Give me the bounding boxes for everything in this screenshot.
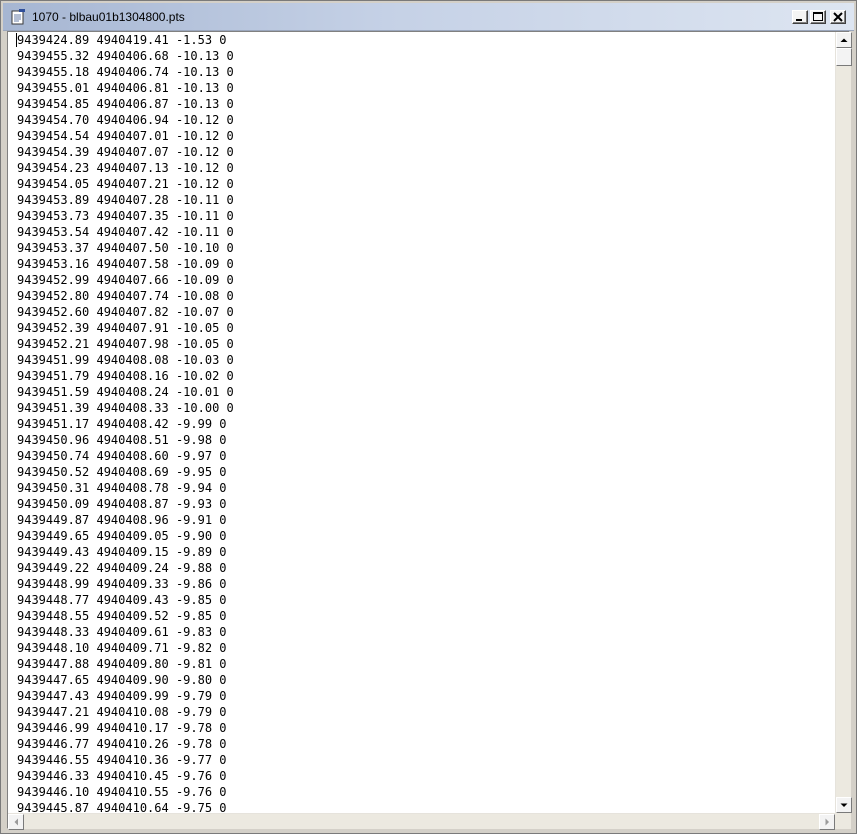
text-line: 9439449.22 4940409.24 -9.88 0 bbox=[17, 561, 227, 575]
scroll-left-button[interactable] bbox=[8, 814, 24, 830]
text-line: 9439454.85 4940406.87 -10.13 0 bbox=[17, 97, 234, 111]
text-lines: 9439424.89 4940419.41 -1.53 0 9439455.32 … bbox=[17, 32, 234, 813]
text-line: 9439450.74 4940408.60 -9.97 0 bbox=[17, 449, 227, 463]
size-grip[interactable] bbox=[835, 813, 851, 829]
text-line: 9439424.89 4940419.41 -1.53 0 bbox=[17, 33, 227, 47]
text-line: 9439452.80 4940407.74 -10.08 0 bbox=[17, 289, 234, 303]
title-bar[interactable]: 1070 - blbau01b1304800.pts bbox=[3, 3, 854, 31]
scroll-right-button[interactable] bbox=[819, 814, 835, 830]
text-line: 9439448.10 4940409.71 -9.82 0 bbox=[17, 641, 227, 655]
text-line: 9439454.70 4940406.94 -10.12 0 bbox=[17, 113, 234, 127]
text-line: 9439451.17 4940408.42 -9.99 0 bbox=[17, 417, 227, 431]
text-line: 9439446.99 4940410.17 -9.78 0 bbox=[17, 721, 227, 735]
horizontal-scrollbar[interactable] bbox=[8, 813, 835, 830]
vertical-scrollbar[interactable] bbox=[835, 32, 852, 813]
scroll-up-button[interactable] bbox=[836, 32, 852, 48]
text-line: 9439452.21 4940407.98 -10.05 0 bbox=[17, 337, 234, 351]
editor-client-area: 9439424.89 4940419.41 -1.53 0 9439455.32 … bbox=[7, 31, 852, 830]
text-line: 9439448.33 4940409.61 -9.83 0 bbox=[17, 625, 227, 639]
vertical-scroll-thumb[interactable] bbox=[836, 48, 852, 66]
text-line: 9439452.60 4940407.82 -10.07 0 bbox=[17, 305, 234, 319]
text-line: 9439449.43 4940409.15 -9.89 0 bbox=[17, 545, 227, 559]
text-line: 9439451.79 4940408.16 -10.02 0 bbox=[17, 369, 234, 383]
text-line: 9439446.10 4940410.55 -9.76 0 bbox=[17, 785, 227, 799]
text-line: 9439452.99 4940407.66 -10.09 0 bbox=[17, 273, 234, 287]
text-line: 9439451.99 4940408.08 -10.03 0 bbox=[17, 353, 234, 367]
text-line: 9439455.18 4940406.74 -10.13 0 bbox=[17, 65, 234, 79]
text-line: 9439453.54 4940407.42 -10.11 0 bbox=[17, 225, 234, 239]
text-line: 9439449.87 4940408.96 -9.91 0 bbox=[17, 513, 227, 527]
text-line: 9439445.87 4940410.64 -9.75 0 bbox=[17, 801, 227, 813]
text-line: 9439446.33 4940410.45 -9.76 0 bbox=[17, 769, 227, 783]
text-line: 9439450.52 4940408.69 -9.95 0 bbox=[17, 465, 227, 479]
text-line: 9439454.23 4940407.13 -10.12 0 bbox=[17, 161, 234, 175]
text-line: 9439447.21 4940410.08 -9.79 0 bbox=[17, 705, 227, 719]
text-line: 9439455.32 4940406.68 -10.13 0 bbox=[17, 49, 234, 63]
text-line: 9439454.39 4940407.07 -10.12 0 bbox=[17, 145, 234, 159]
text-line: 9439446.55 4940410.36 -9.77 0 bbox=[17, 753, 227, 767]
text-line: 9439453.16 4940407.58 -10.09 0 bbox=[17, 257, 234, 271]
minimize-button[interactable] bbox=[792, 10, 808, 24]
text-line: 9439450.96 4940408.51 -9.98 0 bbox=[17, 433, 227, 447]
text-line: 9439450.31 4940408.78 -9.94 0 bbox=[17, 481, 227, 495]
text-line: 9439446.77 4940410.26 -9.78 0 bbox=[17, 737, 227, 751]
text-line: 9439448.99 4940409.33 -9.86 0 bbox=[17, 577, 227, 591]
notepad-window: 1070 - blbau01b1304800.pts 9439424.89 49… bbox=[0, 0, 857, 834]
text-line: 9439451.59 4940408.24 -10.01 0 bbox=[17, 385, 234, 399]
text-line: 9439447.43 4940409.99 -9.79 0 bbox=[17, 689, 227, 703]
text-line: 9439450.09 4940408.87 -9.93 0 bbox=[17, 497, 227, 511]
text-line: 9439449.65 4940409.05 -9.90 0 bbox=[17, 529, 227, 543]
text-editor[interactable]: 9439424.89 4940419.41 -1.53 0 9439455.32 … bbox=[8, 32, 835, 813]
text-line: 9439454.54 4940407.01 -10.12 0 bbox=[17, 129, 234, 143]
text-line: 9439448.77 4940409.43 -9.85 0 bbox=[17, 593, 227, 607]
text-line: 9439453.37 4940407.50 -10.10 0 bbox=[17, 241, 234, 255]
window-title: 1070 - blbau01b1304800.pts bbox=[32, 10, 185, 24]
text-line: 9439453.89 4940407.28 -10.11 0 bbox=[17, 193, 234, 207]
close-button[interactable] bbox=[830, 10, 846, 24]
text-line: 9439455.01 4940406.81 -10.13 0 bbox=[17, 81, 234, 95]
scroll-down-button[interactable] bbox=[836, 797, 852, 813]
text-line: 9439451.39 4940408.33 -10.00 0 bbox=[17, 401, 234, 415]
text-line: 9439447.88 4940409.80 -9.81 0 bbox=[17, 657, 227, 671]
text-line: 9439447.65 4940409.90 -9.80 0 bbox=[17, 673, 227, 687]
maximize-button[interactable] bbox=[810, 10, 826, 24]
text-line: 9439454.05 4940407.21 -10.12 0 bbox=[17, 177, 234, 191]
text-line: 9439448.55 4940409.52 -9.85 0 bbox=[17, 609, 227, 623]
text-line: 9439453.73 4940407.35 -10.11 0 bbox=[17, 209, 234, 223]
notepad-document-icon[interactable] bbox=[10, 9, 26, 25]
text-line: 9439452.39 4940407.91 -10.05 0 bbox=[17, 321, 234, 335]
